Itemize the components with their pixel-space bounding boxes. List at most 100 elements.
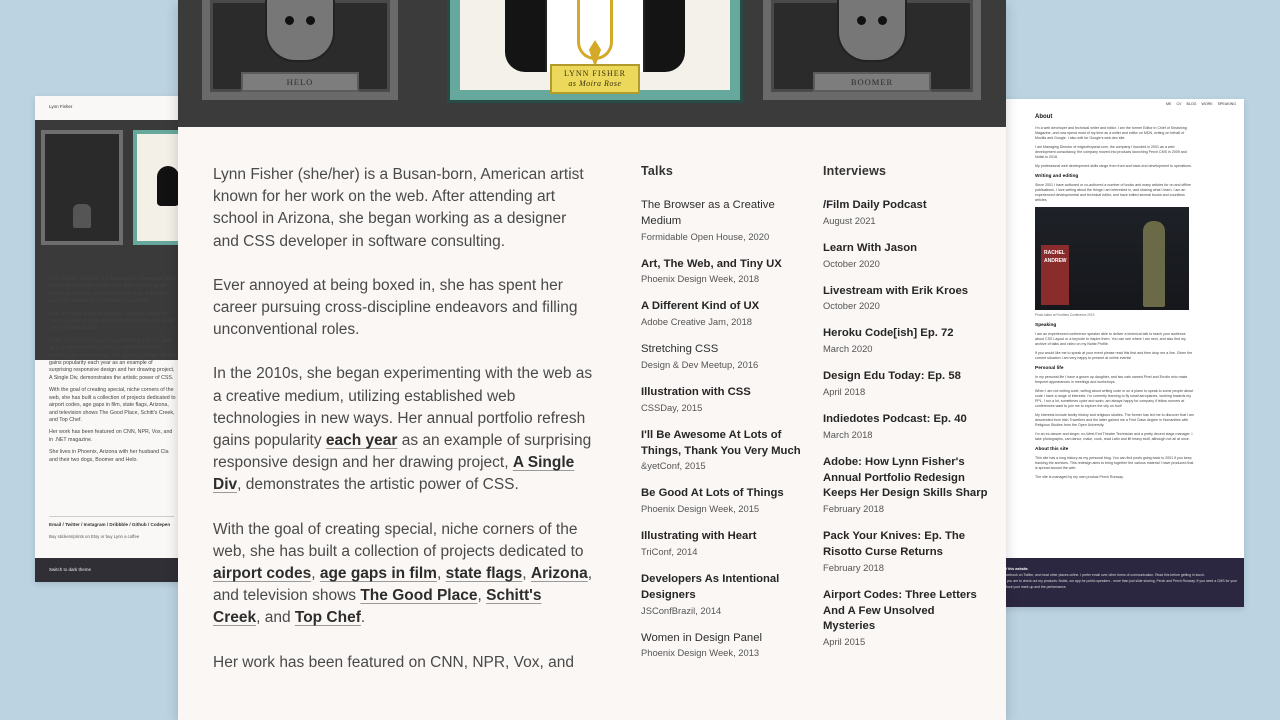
interview-item: Adobe: How Lynn Fisher's Annual Portfoli… [823,455,988,515]
airport-codes-link[interactable]: airport codes [213,565,311,582]
interview-title-link[interactable]: Adobe: How Lynn Fisher's Annual Portfoli… [823,455,988,502]
the-good-place-link[interactable]: The Good Place [360,587,477,604]
about-heading: About [1035,114,1053,120]
arizona-link[interactable]: Arizona [531,565,588,582]
talks-column: Talks The Browser as a Creative Medium Fo… [641,164,806,673]
personal-paragraph: I'm an ex-dancer and singer, ex-West End… [1035,432,1193,441]
bio-paragraph-2: Ever annoyed at being boxed in, she has … [213,276,578,339]
talk-title-link[interactable]: Developers As Intentional Designers [641,572,806,604]
interview-title-link[interactable]: Design Edu Today: Ep. 58 [823,369,988,385]
site-paragraph: This site has a long history as my perso… [1035,456,1194,470]
interview-title-link[interactable]: Indiedotes Podcast: Ep. 40 [823,412,988,428]
interview-title-link[interactable]: Pack Your Knives: Ep. The Risotto Curse … [823,529,988,561]
personal-paragraph: In my personal life I have a grown up da… [1035,375,1188,384]
interview-meta: March 2018 [823,428,873,440]
talk-meta: TriConf, 2014 [641,545,698,557]
bio-paragraph-4: With the goal of creating special, niche… [213,520,593,627]
talk-item: Be Good At Lots of Things Phoenix Design … [641,486,806,515]
left-page-paragraph: Lynn Fisher (she/her) is a Busan-born, A… [49,276,176,305]
talk-title-link[interactable]: Women in Design Panel [641,631,806,647]
speaking-paragraph: I am an experienced conference speaker a… [1035,332,1186,346]
talk-meta: Phoenix Design Week, 2013 [641,647,760,659]
right-page-footer: of this website. facebook on Twitter, an… [1002,558,1244,607]
left-page-bio: Lynn Fisher (she/her) is a Busan-born, A… [49,276,177,469]
talks-list: The Browser as a Creative Medium Formidab… [641,198,806,659]
left-page-paragraph: In the 2010s, she began experimenting wi… [49,337,177,381]
interview-title-link[interactable]: Livestream with Erik Kroes [823,284,988,300]
interview-title-link[interactable]: Heroku Code[ish] Ep. 72 [823,326,988,342]
photo-caption: Photo taken at Frontiers Conference 2019 [1035,313,1095,317]
talk-meta: Adobe Creative Jam, 2018 [641,316,753,328]
left-page-social-links[interactable]: Email / Twitter / Instagram / Dribbble /… [49,522,170,527]
left-page-paragraph: She lives in Phoenix, Arizona with her h… [49,449,169,463]
talk-title-link[interactable]: I'll Be Awesome At Lots of Things, Thank… [641,428,806,460]
interview-meta: April 2015 [823,636,866,648]
interview-title-link[interactable]: Learn With Jason [823,241,988,257]
interview-meta: February 2018 [823,503,884,515]
left-page-paragraph: With the goal of creating special, niche… [49,387,176,423]
interview-meta: April 2018 [823,385,866,397]
age-gaps-link[interactable]: age gaps in film [320,565,437,582]
nav-item-me[interactable]: ME [1166,102,1171,106]
left-page-paragraph: Ever annoyed at being boxed in, she has … [49,310,174,332]
right-page-nav: ME CV BLOG WORK SPEAKING [1166,102,1236,106]
writing-heading: Writing and editing [1035,174,1079,179]
talk-title-link[interactable]: Art, The Web, and Tiny UX [641,257,806,273]
site-heading: About this site [1035,447,1069,452]
talks-heading: Talks [641,164,674,178]
talk-title-link[interactable]: The Browser as a Creative Medium [641,198,806,230]
interview-title-link[interactable]: Airport Codes: Three Letters And A Few U… [823,588,988,635]
interview-item: Learn With Jason October 2020 [823,241,988,270]
interview-item: /Film Daily Podcast August 2021 [823,198,988,227]
moira-rose-illustration-icon [505,0,685,72]
talk-meta: Design & Dev Meetup, 2016 [641,358,759,370]
dark-theme-label[interactable]: Switch to dark theme [49,567,91,572]
top-chef-link[interactable]: Top Chef [295,609,361,626]
talk-title-link[interactable]: Illustration with CSS [641,385,806,401]
left-page-shop-links[interactable]: Buy stickers/prints on Etsy or buy Lynn … [49,534,139,539]
personal-paragraph: My interests include family history and … [1035,413,1194,427]
nav-item-speaking[interactable]: SPEAKING [1218,102,1236,106]
interview-item: Pack Your Knives: Ep. The Risotto Curse … [823,529,988,574]
nameplate-boomer: BOOMER [813,72,931,92]
talk-meta: JSConfBrazil, 2014 [641,604,722,616]
interview-item: Airport Codes: Three Letters And A Few U… [823,588,988,648]
talk-item: Stretching CSS Design & Dev Meetup, 2016 [641,342,806,371]
nav-item-work[interactable]: WORK [1201,102,1212,106]
talk-item: Women in Design Panel Phoenix Design Week… [641,631,806,660]
each-year-link[interactable]: each year [326,432,398,449]
about-paragraph: I am Managing Director of edgeofmyseat.c… [1035,145,1187,159]
interview-meta: March 2020 [823,343,873,355]
interview-title-link[interactable]: /Film Daily Podcast [823,198,988,214]
nav-item-cv[interactable]: CV [1176,102,1181,106]
state-flags-link[interactable]: state flags [446,565,523,582]
writing-paragraph: Since 2001 I have authored or co-authore… [1035,183,1191,202]
left-page-dark-theme-toggle[interactable]: Switch to dark theme [35,558,180,582]
talk-title-link[interactable]: Illustrating with Heart [641,529,806,545]
nav-item-blog[interactable]: BLOG [1186,102,1196,106]
interview-item: Indiedotes Podcast: Ep. 40 March 2018 [823,412,988,441]
interviews-list: /Film Daily Podcast August 2021 Learn With… [823,198,988,648]
nameplate-subtitle: as Moira Rose [568,79,622,88]
left-page-site-name[interactable]: Lynn Fisher [49,104,72,109]
talk-meta: CSSDay, 2015 [641,401,703,413]
speaking-paragraph: If you would like me to speak at your ev… [1035,351,1193,360]
nameplate-helo: HELO [241,72,359,92]
talk-title-link[interactable]: A Different Kind of UX [641,299,806,315]
dog-illustration-icon [837,0,907,62]
talk-item: A Different Kind of UX Adobe Creative Jam… [641,299,806,328]
talk-title-link[interactable]: Stretching CSS [641,342,806,358]
portrait-helo: HELO [202,0,398,100]
talk-item: Illustrating with Heart TriConf, 2014 [641,529,806,558]
left-page-divider [49,516,174,517]
talk-title-link[interactable]: Be Good At Lots of Things [641,486,806,502]
talk-meta: Phoenix Design Week, 2018 [641,273,760,285]
interview-meta: February 2018 [823,561,884,573]
speaker-figure [1143,221,1165,307]
main-page: HELO LYNN FISHER as Moira Rose BOOMER Ly… [178,0,1006,720]
about-paragraph: My professional web development skills r… [1035,164,1192,168]
site-paragraph: The site is managed by my own product Pe… [1035,475,1124,479]
left-page-paragraph: Her work has been featured on CNN, NPR, … [49,429,173,443]
right-page-content: About I'm a web developer and technical … [1035,114,1195,484]
talk-item: Developers As Intentional Designers JSCon… [641,572,806,617]
